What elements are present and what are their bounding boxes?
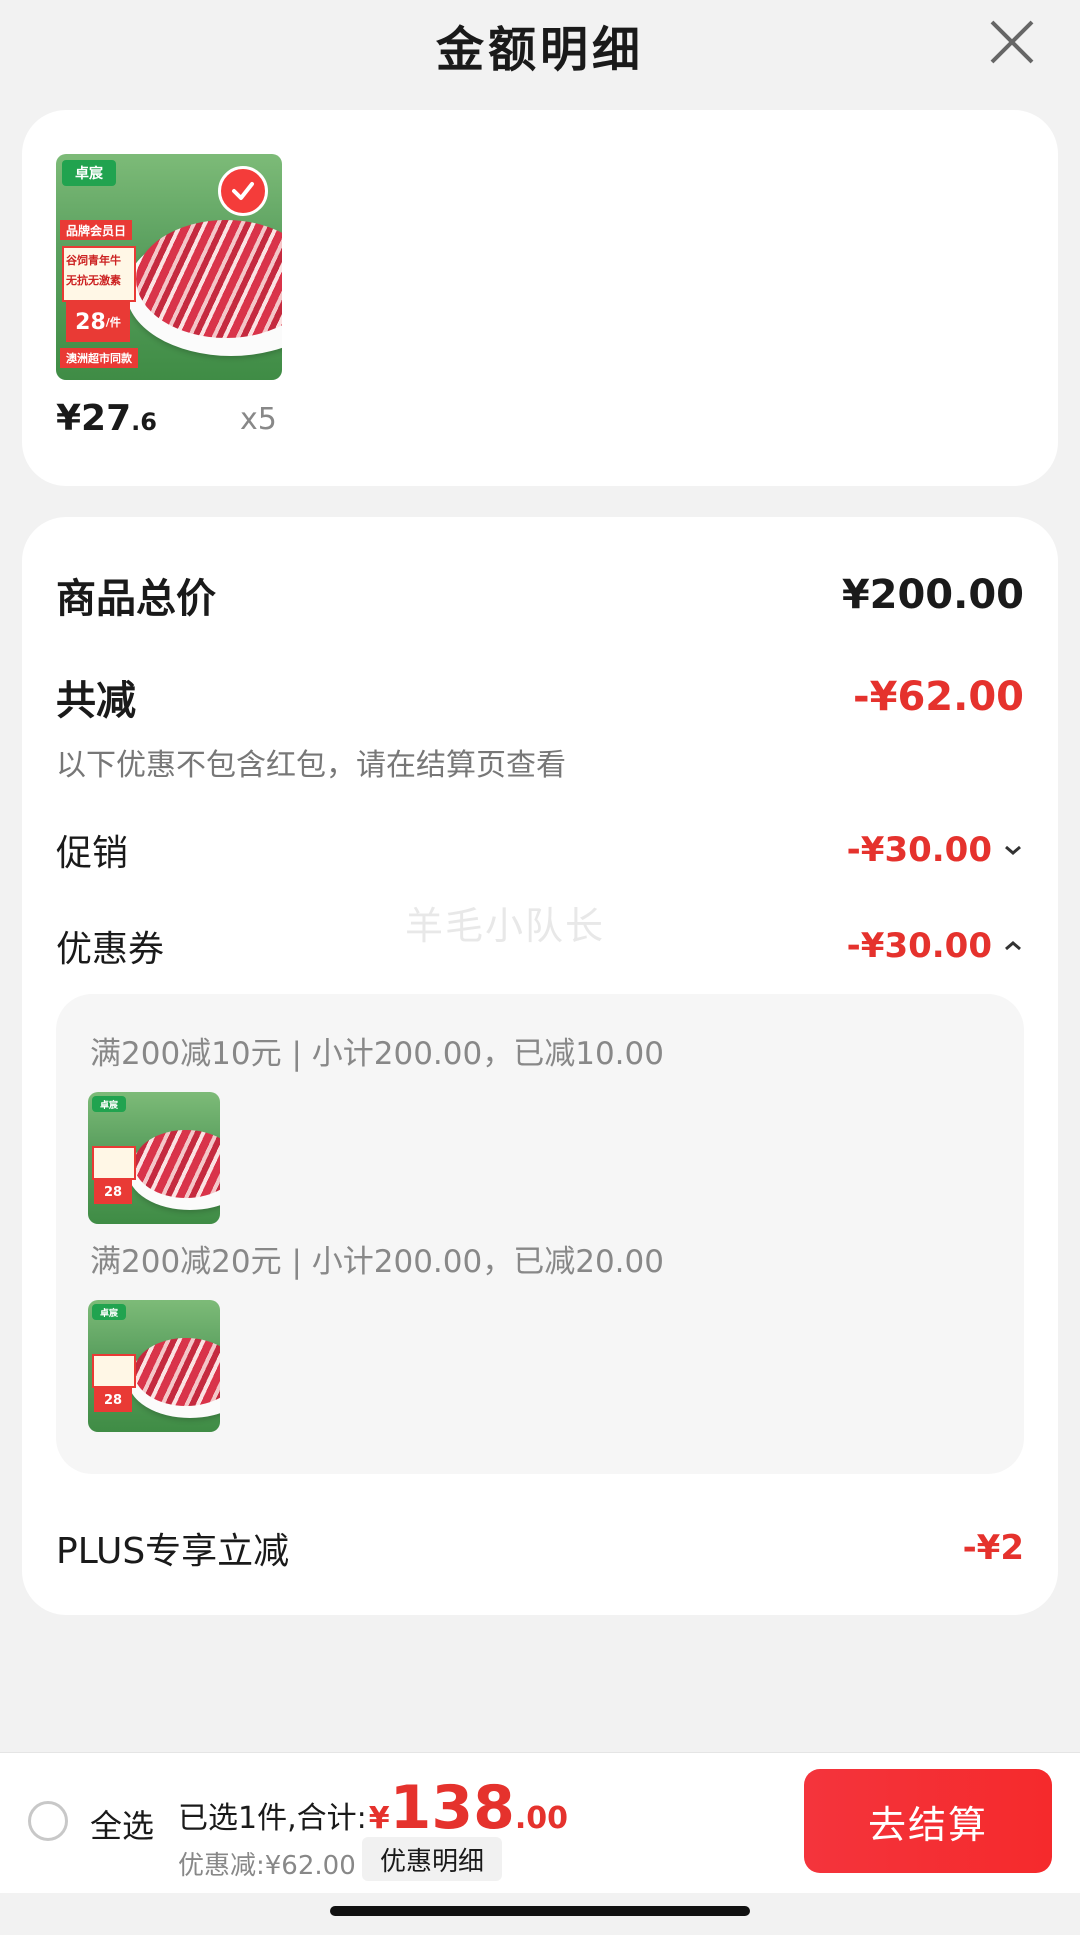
checkmark-icon: [232, 182, 254, 200]
close-icon: [990, 20, 1034, 64]
coupon-label: 优惠券: [56, 929, 165, 970]
coupon-row[interactable]: 优惠券 -¥30.00: [56, 920, 1024, 972]
coupon-value: -¥30.00: [846, 926, 992, 966]
brand-logo: 卓宸: [92, 1096, 126, 1112]
selected-check-badge[interactable]: [218, 166, 268, 216]
close-button[interactable]: [984, 14, 1040, 70]
discount-detail-button[interactable]: 优惠明细: [362, 1837, 503, 1881]
discount-note: 以下优惠不包含红包，请在结算页查看: [56, 748, 566, 783]
total-amount-int: 138: [389, 1773, 515, 1843]
chevron-down-icon[interactable]: [1002, 839, 1024, 861]
thumb-price-unit: /件: [105, 316, 121, 329]
coupon-line-2: 满200减20元 | 小计200.00，已减20.00: [90, 1244, 664, 1280]
plus-row: PLUS专享立减 -¥2: [56, 1522, 1024, 1574]
info-panel: [92, 1354, 136, 1388]
total-row: 商品总价 ¥200.00: [56, 566, 1024, 624]
selected-text: 已选1件,合计:: [178, 1801, 367, 1836]
coupon-1-thumbnail: 卓宸 28: [88, 1092, 220, 1224]
chevron-up-icon[interactable]: [1002, 935, 1024, 957]
product-price-int: ¥27: [56, 398, 132, 439]
total-value: ¥200.00: [841, 572, 1024, 618]
promo-label: 促销: [56, 833, 129, 874]
reduce-row: 共减 -¥62.00: [56, 668, 1024, 726]
product-price-dec: .6: [131, 408, 157, 436]
select-all-label[interactable]: 全选: [90, 1801, 154, 1847]
brand-logo: 卓宸: [62, 160, 116, 186]
reduce-label: 共减: [56, 678, 136, 724]
thumb-price-value: 28: [75, 309, 106, 335]
product-quantity: x5: [240, 402, 277, 437]
product-price: ¥27.6: [56, 398, 157, 439]
info-panel: [92, 1146, 136, 1180]
coupon-line-1: 满200减10元 | 小计200.00，已减10.00: [90, 1036, 664, 1072]
checkout-button[interactable]: 去结算: [804, 1769, 1052, 1873]
header: 金额明细: [0, 0, 1080, 90]
total-amount-dec: .00: [514, 1801, 569, 1836]
total-label: 商品总价: [56, 576, 216, 622]
info-line-1: 谷饲青年牛: [66, 254, 121, 267]
reduce-value: -¥62.00: [853, 674, 1024, 720]
discount-summary: 优惠减:¥62.00: [178, 1851, 356, 1881]
plus-value: -¥2: [962, 1528, 1024, 1568]
brand-logo: 卓宸: [92, 1304, 126, 1320]
page-title: 金额明细: [435, 22, 644, 78]
promo-value: -¥30.00: [846, 830, 992, 870]
info-line-2: 无抗无激素: [66, 274, 121, 287]
thumb-price: 28 /件: [66, 302, 130, 342]
promo-value-wrap: -¥30.00: [847, 830, 1024, 870]
total-currency: ¥: [368, 1801, 390, 1836]
thumb-footer: 澳洲超市同款: [60, 348, 138, 368]
promo-banner: 品牌会员日: [60, 220, 132, 240]
promo-row[interactable]: 促销 -¥30.00: [56, 824, 1024, 876]
product-card: 卓宸 品牌会员日 谷饲青年牛 无抗无激素 28 /件 澳洲超市同款: [22, 110, 1058, 486]
coupon-value-wrap: -¥30.00: [847, 926, 1024, 966]
coupon-2-thumbnail: 卓宸 28: [88, 1300, 220, 1432]
thumb-price: 28: [94, 1388, 132, 1412]
checkout-bar: 全选 已选1件,合计: ¥ 138 .00 优惠减:¥62.00 优惠明细 去结…: [0, 1752, 1080, 1893]
thumb-price: 28: [94, 1180, 132, 1204]
home-indicator[interactable]: [330, 1906, 750, 1916]
plus-label: PLUS专享立减: [56, 1531, 290, 1572]
selected-total: 已选1件,合计: ¥ 138 .00: [178, 1773, 568, 1843]
coupon-detail-box: 满200减10元 | 小计200.00，已减10.00 卓宸 28 满200减2…: [56, 994, 1024, 1474]
select-all-radio[interactable]: [28, 1801, 68, 1841]
